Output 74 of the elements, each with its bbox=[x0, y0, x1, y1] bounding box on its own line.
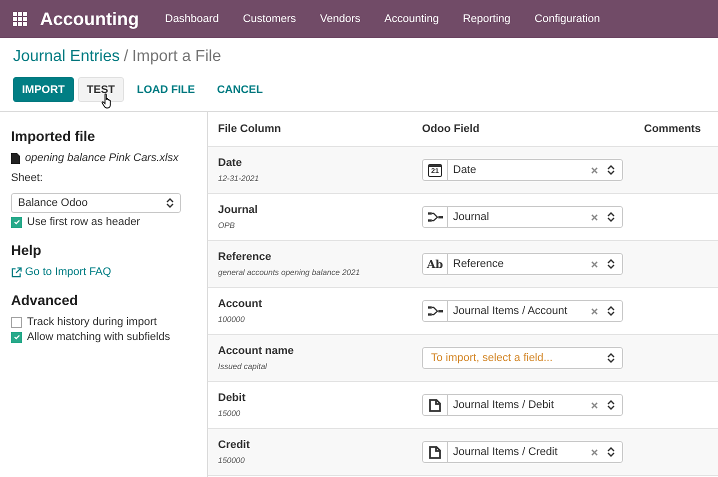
hand-cursor-icon bbox=[100, 93, 113, 109]
file-column-name: Journal bbox=[218, 204, 259, 216]
sample-value: 12-31-2021 bbox=[218, 174, 260, 183]
file-column-name: Account bbox=[218, 298, 263, 310]
file-column-name: Credit bbox=[218, 439, 251, 451]
checkbox-label: Use first row as header bbox=[27, 216, 140, 228]
file-column-name: Date bbox=[218, 157, 243, 169]
field-select[interactable]: Journal Items / Credit bbox=[422, 441, 623, 463]
clear-icon[interactable] bbox=[591, 260, 598, 268]
field-select[interactable]: Journal Items / Debit bbox=[422, 394, 623, 416]
relation-icon bbox=[428, 212, 442, 222]
clear-icon[interactable] bbox=[591, 448, 598, 456]
section-heading: Imported file bbox=[11, 128, 96, 144]
breadcrumb-separator: / bbox=[124, 48, 128, 65]
nav-menu-item[interactable]: Configuration bbox=[522, 13, 612, 25]
sample-value: 150000 bbox=[218, 456, 246, 465]
import-button[interactable]: IMPORT bbox=[13, 77, 74, 102]
up-down-chevron-icon bbox=[607, 258, 615, 270]
column-header: File Column bbox=[217, 123, 282, 135]
sample-value: OPB bbox=[218, 221, 236, 230]
text-type-icon: Ab bbox=[426, 258, 444, 270]
breadcrumb-link[interactable]: Journal Entries bbox=[13, 48, 120, 65]
nav-menu-item[interactable]: Reporting bbox=[450, 13, 523, 25]
file-name: opening balance Pink Cars.xlsx bbox=[25, 152, 178, 164]
import-faq-link[interactable]: Go to Import FAQ bbox=[11, 266, 207, 278]
nav-menu-item[interactable]: Customers bbox=[230, 13, 308, 25]
up-down-chevron-icon bbox=[607, 211, 615, 223]
checkbox[interactable] bbox=[11, 216, 22, 228]
app-name[interactable]: Accounting bbox=[40, 8, 139, 30]
test-button[interactable]: TEST bbox=[78, 77, 124, 102]
up-down-chevron-icon bbox=[607, 305, 615, 317]
checkmark-icon bbox=[12, 218, 20, 226]
file-column-name: Debit bbox=[218, 392, 246, 404]
up-down-chevron-icon bbox=[607, 446, 615, 458]
toolbar-link-button[interactable]: LOAD FILE bbox=[128, 77, 204, 102]
document-icon bbox=[429, 446, 441, 458]
up-down-chevron-icon bbox=[607, 352, 615, 364]
section-heading: Advanced bbox=[11, 292, 79, 308]
up-down-chevron-icon bbox=[607, 164, 615, 176]
checkbox-label: Allow matching with subfields bbox=[27, 331, 170, 343]
clear-icon[interactable] bbox=[591, 214, 598, 220]
sample-value: 100000 bbox=[218, 315, 246, 324]
checkbox[interactable] bbox=[11, 316, 22, 328]
nav-menu-item[interactable]: Vendors bbox=[308, 13, 372, 25]
sample-value: Issued capital bbox=[218, 362, 268, 371]
column-header: Odoo Field bbox=[422, 123, 480, 135]
nav-menu-item[interactable]: Dashboard bbox=[153, 13, 231, 25]
apps-menu-icon[interactable] bbox=[13, 12, 27, 26]
file-column-name: Reference bbox=[218, 251, 272, 263]
field-select[interactable]: Journal Items / Account bbox=[422, 300, 623, 322]
toolbar-link-button[interactable]: CANCEL bbox=[208, 77, 272, 102]
file-column-name: Account name bbox=[218, 345, 295, 357]
clear-icon[interactable] bbox=[591, 308, 598, 314]
section-heading: Help bbox=[11, 242, 42, 258]
document-icon bbox=[429, 398, 441, 412]
file-icon bbox=[11, 152, 20, 164]
sample-value: 15000 bbox=[218, 409, 242, 418]
up-down-chevron-icon bbox=[166, 197, 174, 209]
relation-icon bbox=[428, 306, 442, 316]
field-select[interactable]: Ab Reference bbox=[422, 253, 623, 275]
sheet-label: Sheet: bbox=[11, 172, 44, 184]
checkbox-label: Track history during import bbox=[27, 316, 157, 328]
nav-menu-item[interactable]: Accounting bbox=[372, 13, 451, 25]
field-select[interactable]: Journal bbox=[422, 206, 623, 228]
sample-value: general accounts opening balance 2021 bbox=[218, 268, 361, 277]
column-header: Comments bbox=[644, 123, 702, 135]
sheet-select[interactable]: Balance Odoo bbox=[11, 193, 181, 213]
external-link-icon bbox=[11, 266, 22, 278]
checkbox[interactable] bbox=[11, 332, 22, 342]
clear-icon[interactable] bbox=[591, 402, 598, 408]
up-down-chevron-icon bbox=[607, 399, 615, 411]
clear-icon[interactable] bbox=[591, 166, 598, 174]
breadcrumb-current: Import a File bbox=[132, 48, 222, 65]
checkmark-icon bbox=[12, 333, 20, 341]
